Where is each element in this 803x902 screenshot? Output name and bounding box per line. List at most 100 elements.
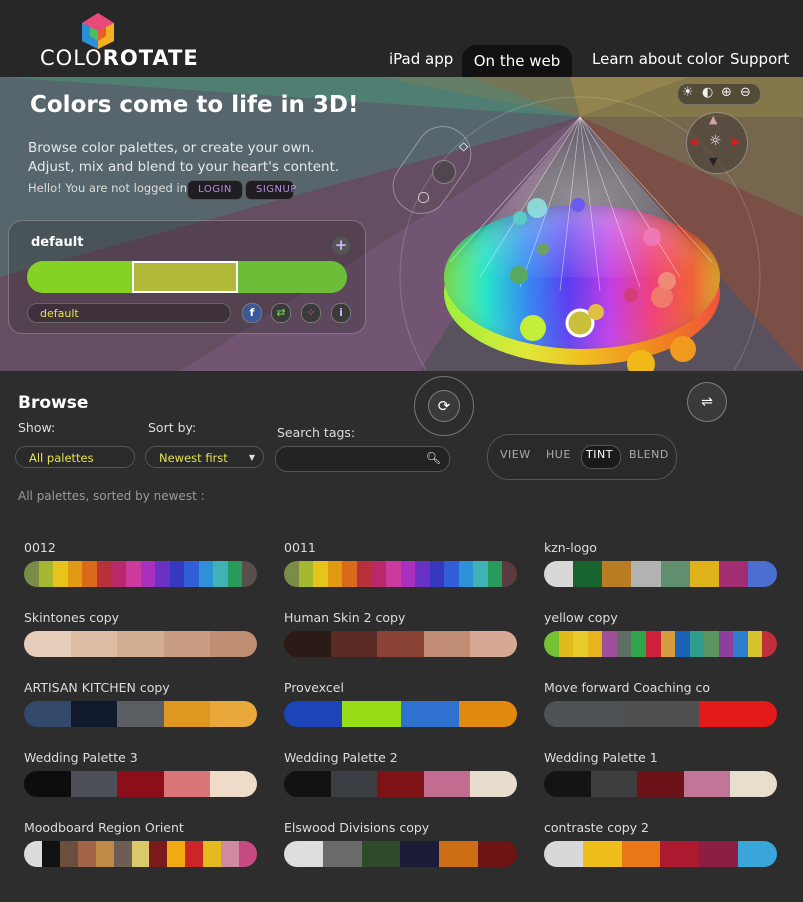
palette-card[interactable]: contraste copy 2 — [544, 820, 777, 867]
palette-name-input[interactable]: default — [27, 303, 231, 323]
palette-swatch-bar[interactable] — [544, 561, 777, 587]
palette-name[interactable]: 0011 — [284, 540, 517, 555]
view-mode-view[interactable]: VIEW — [500, 448, 531, 461]
palette-name[interactable]: Wedding Palette 3 — [24, 750, 257, 765]
palette-name[interactable]: kzn-logo — [544, 540, 777, 555]
palette-name[interactable]: Move forward Coaching co — [544, 680, 777, 695]
results-caption: All palettes, sorted by newest : — [18, 489, 205, 503]
palette-swatch — [38, 561, 54, 587]
tint-handle-icon[interactable] — [432, 160, 456, 184]
arrow-left-icon[interactable]: ◀ — [689, 135, 697, 148]
palette-name[interactable]: ARTISAN KITCHEN copy — [24, 680, 257, 695]
palette-card[interactable]: Wedding Palette 3 — [24, 750, 257, 797]
nav-ipad-app[interactable]: iPad app — [389, 50, 453, 68]
palette-swatch-bar[interactable] — [544, 701, 777, 727]
view-mode-blend[interactable]: BLEND — [629, 448, 669, 461]
editor-swatch-1[interactable] — [27, 261, 132, 293]
mixer-icon[interactable]: ⇌ — [687, 382, 727, 422]
palette-swatch — [718, 631, 734, 657]
palette-card[interactable]: Skintones copy — [24, 610, 257, 657]
palette-card[interactable]: Provexcel — [284, 680, 517, 727]
palette-swatch — [502, 561, 517, 587]
palette-name[interactable]: Moodboard Region Orient — [24, 820, 257, 835]
palette-swatch-bar[interactable] — [24, 561, 257, 587]
brand-wordmark[interactable]: COLOROTATE — [40, 46, 199, 70]
colorotate-logo-icon[interactable] — [78, 11, 118, 51]
palette-swatch-bar[interactable] — [284, 561, 517, 587]
editor-swatch-3[interactable] — [238, 261, 347, 293]
zoom-in-icon[interactable]: ⊕ — [721, 85, 732, 100]
info-icon[interactable]: i — [331, 303, 351, 323]
palette-swatch — [24, 631, 71, 657]
palette-card[interactable]: Move forward Coaching co — [544, 680, 777, 727]
search-tags-input[interactable]: 🔍︎ — [275, 446, 450, 472]
palette-name[interactable]: Provexcel — [284, 680, 517, 695]
palette-swatch — [163, 701, 211, 727]
palette-swatch-bar[interactable] — [24, 701, 257, 727]
editor-color-bar[interactable] — [27, 261, 347, 293]
sort-select[interactable]: Newest first ▼ — [145, 446, 264, 468]
nav-on-the-web[interactable]: On the web — [462, 45, 572, 77]
add-color-button[interactable]: + — [332, 237, 350, 255]
search-icon[interactable]: 🔍︎ — [426, 451, 441, 465]
palette-card[interactable]: 0012 — [24, 540, 257, 587]
palette-swatch — [163, 771, 211, 797]
palette-name[interactable]: Human Skin 2 copy — [284, 610, 517, 625]
arrow-up-icon[interactable]: ▲ — [709, 113, 717, 126]
palette-swatch-bar[interactable] — [544, 631, 777, 657]
palette-card[interactable]: Wedding Palette 2 — [284, 750, 517, 797]
login-button[interactable]: LOGIN — [187, 180, 243, 200]
show-filter-select[interactable]: All palettes — [15, 446, 135, 468]
palette-card[interactable]: 0011 — [284, 540, 517, 587]
diamond-icon[interactable]: ◇ — [459, 139, 468, 153]
palette-name[interactable]: Elswood Divisions copy — [284, 820, 517, 835]
brightness-icon[interactable]: ☀ — [682, 85, 694, 100]
palette-name[interactable]: yellow copy — [544, 610, 777, 625]
palette-swatch — [602, 561, 632, 587]
palette-grid-icon[interactable]: ⁘ — [301, 303, 321, 323]
palette-swatch-bar[interactable] — [284, 841, 517, 867]
palette-card[interactable]: ARTISAN KITCHEN copy — [24, 680, 257, 727]
palette-name[interactable]: contraste copy 2 — [544, 820, 777, 835]
facebook-icon[interactable]: f — [242, 303, 262, 323]
small-ring-icon[interactable] — [418, 192, 429, 203]
palette-swatch — [699, 701, 777, 727]
palette-swatch — [185, 841, 204, 867]
palette-swatch — [77, 841, 96, 867]
palette-swatch-bar[interactable] — [24, 771, 257, 797]
swap-icon[interactable]: ⇄ — [271, 303, 291, 323]
editor-swatch-2-selected[interactable] — [132, 261, 238, 293]
palette-card[interactable]: Elswood Divisions copy — [284, 820, 517, 867]
palette-name[interactable]: 0012 — [24, 540, 257, 555]
zoom-out-icon[interactable]: ⊖ — [740, 85, 751, 100]
nav-learn-about-color[interactable]: Learn about color — [592, 50, 724, 68]
arrow-right-icon[interactable]: ▶ — [732, 135, 740, 148]
rotate-icon[interactable]: ⟳ — [428, 390, 460, 422]
palette-name[interactable]: Wedding Palette 1 — [544, 750, 777, 765]
login-status: Hello! You are not logged in. — [28, 181, 191, 195]
palette-card[interactable]: Moodboard Region Orient — [24, 820, 257, 867]
palette-card[interactable]: Wedding Palette 1 — [544, 750, 777, 797]
signup-button[interactable]: SIGNUP — [245, 180, 296, 200]
arrow-down-icon[interactable]: ▼ — [709, 155, 717, 168]
palette-swatch-bar[interactable] — [24, 841, 257, 867]
palette-card[interactable]: yellow copy — [544, 610, 777, 657]
contrast-icon[interactable]: ◐ — [702, 85, 713, 100]
palette-swatch-bar[interactable] — [284, 701, 517, 727]
palette-swatch-bar[interactable] — [284, 771, 517, 797]
palette-swatch — [487, 561, 503, 587]
palette-name[interactable]: Wedding Palette 2 — [284, 750, 517, 765]
palette-card[interactable]: kzn-logo — [544, 540, 777, 587]
palette-name[interactable]: Skintones copy — [24, 610, 257, 625]
nav-support[interactable]: Support — [730, 50, 789, 68]
palette-swatch-bar[interactable] — [544, 771, 777, 797]
palette-card[interactable]: Human Skin 2 copy — [284, 610, 517, 657]
palette-swatch-bar[interactable] — [24, 631, 257, 657]
palette-swatch — [699, 841, 739, 867]
view-mode-tint[interactable]: TINT — [586, 448, 613, 461]
palette-swatch-bar[interactable] — [544, 841, 777, 867]
palette-swatch — [689, 631, 705, 657]
palette-title: default — [31, 235, 84, 250]
palette-swatch-bar[interactable] — [284, 631, 517, 657]
view-mode-hue[interactable]: HUE — [546, 448, 571, 461]
